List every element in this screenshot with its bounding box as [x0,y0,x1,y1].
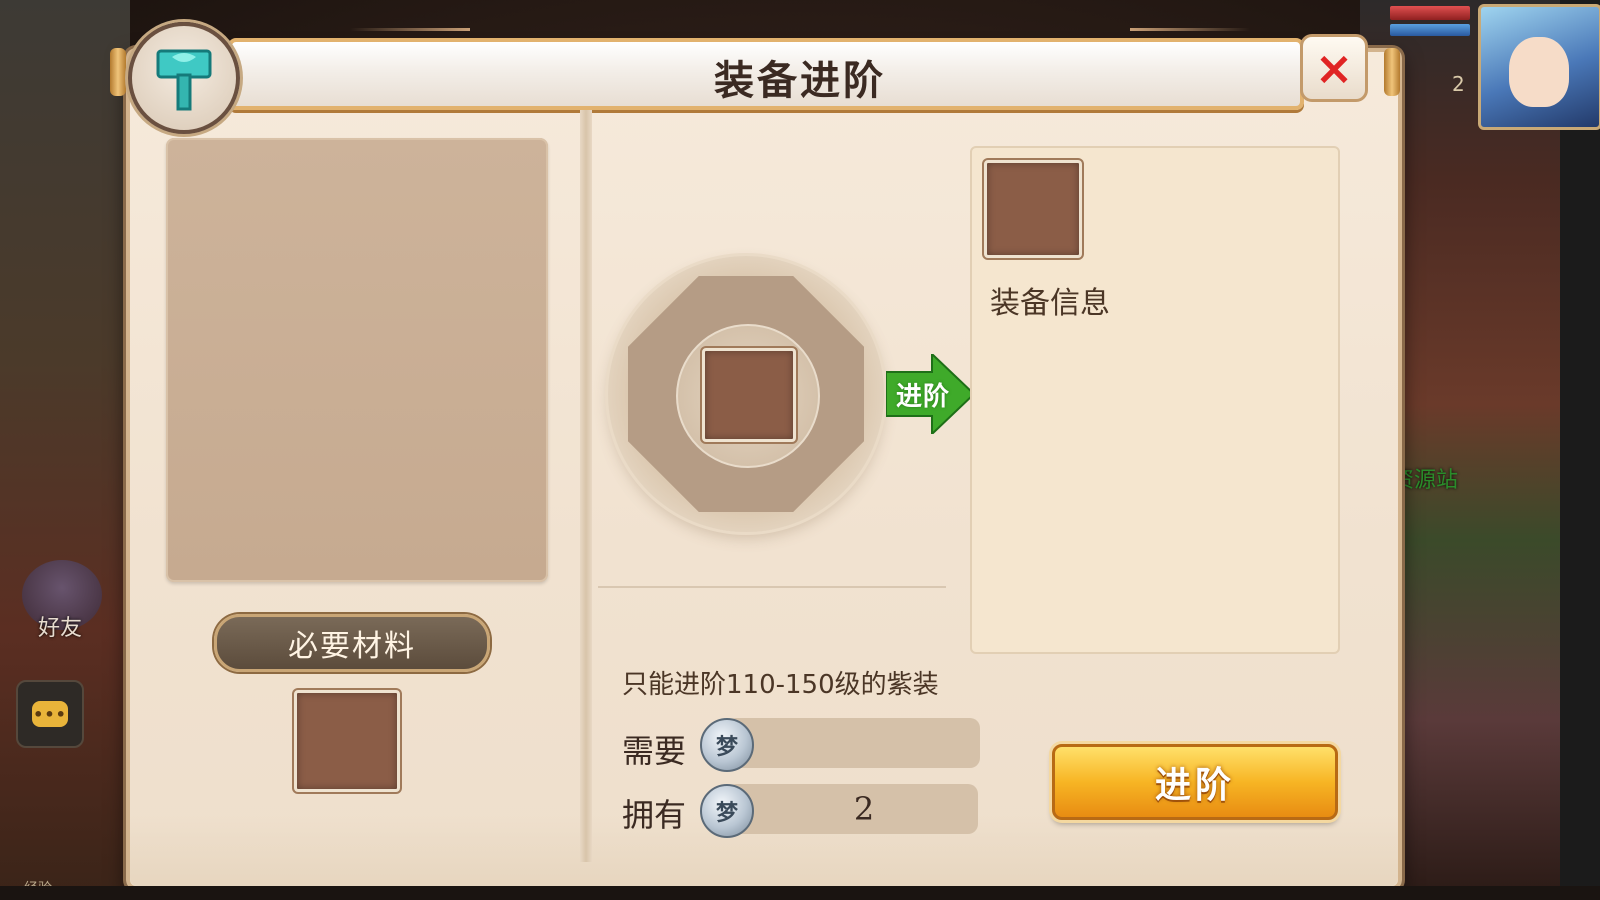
column-divider [580,110,592,862]
need-label: 需要 [622,732,687,770]
friend-label[interactable]: 好友 [38,610,82,642]
middle-divider [598,586,946,588]
equipment-input-slot[interactable] [702,348,796,442]
mp-bar [1390,24,1470,36]
materials-banner: 必要材料 [214,614,490,672]
chat-button[interactable]: ••• [16,680,84,748]
dream-coin-icon: 梦 [700,784,754,838]
have-value: 2 [853,790,875,828]
advance-button[interactable]: 进阶 [1052,744,1338,820]
title-ornament-right [1130,28,1250,31]
advance-arrow-label: 进阶 [896,382,951,412]
advance-button-label: 进阶 [1154,765,1235,806]
chat-icon: ••• [32,701,68,727]
coin-glyph: 梦 [715,801,738,826]
hammer-icon [128,22,240,134]
equipment-preview-panel [166,138,548,582]
background-edge [1560,0,1600,900]
advance-arrow: 进阶 [886,354,974,434]
advance-hint: 只能进阶110-150级的紫装 [622,670,939,700]
need-value-bar [726,718,980,768]
coin-glyph: 梦 [715,735,738,760]
background-left [0,0,130,900]
hp-bar [1390,6,1470,20]
hud-bars [1390,6,1470,42]
result-equipment-slot[interactable] [984,160,1082,258]
title-ornament-left [350,28,470,31]
dream-coin-icon: 梦 [700,718,754,772]
have-label: 拥有 [622,796,687,834]
close-button[interactable]: × [1300,34,1368,102]
close-icon: × [1314,41,1354,95]
bottom-bar [0,886,1600,900]
equipment-info-label: 装备信息 [990,286,1110,321]
materials-label: 必要材料 [288,629,416,664]
material-slot[interactable] [294,690,400,792]
